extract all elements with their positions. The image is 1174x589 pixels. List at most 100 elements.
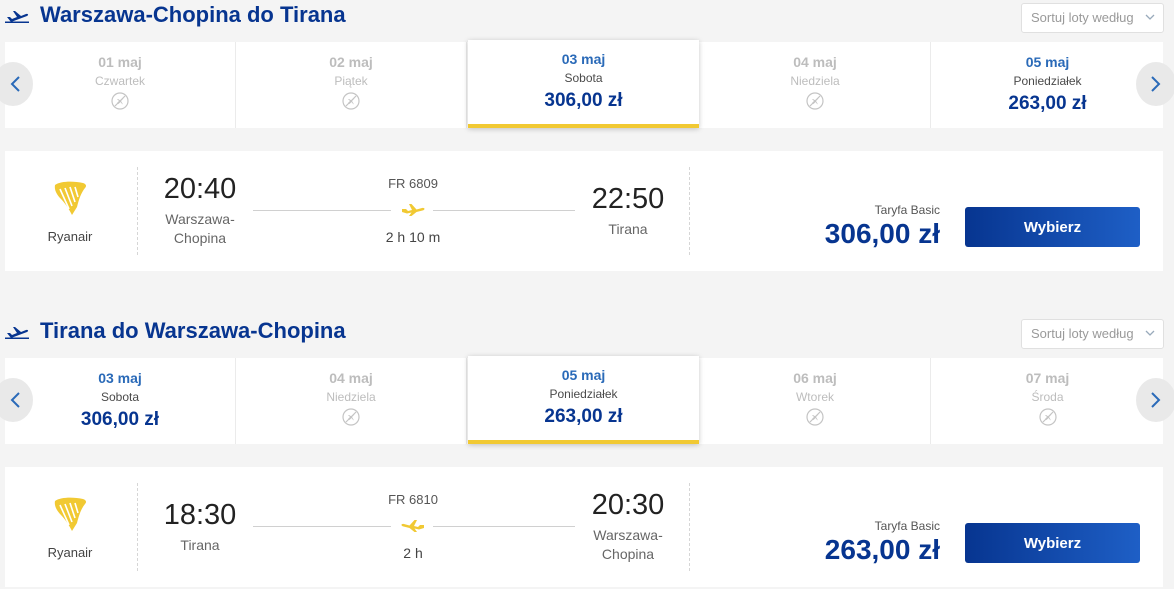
select-flight-button[interactable]: Wybierz xyxy=(965,523,1140,563)
date-label: 04 maj xyxy=(793,54,837,70)
departure-place: Tirana xyxy=(180,537,220,553)
flight-card: Ryanair 20:40 Warszawa- Chopina FR 6809 … xyxy=(5,151,1163,271)
date-cell[interactable]: 04 maj Niedziela xyxy=(700,42,931,128)
day-label: Wtorek xyxy=(795,390,834,404)
date-label: 05 maj xyxy=(561,367,606,383)
date-price: 263,00 zł xyxy=(544,406,623,427)
divider xyxy=(689,483,690,571)
no-flight-icon xyxy=(342,92,360,110)
next-dates-button[interactable] xyxy=(1136,378,1174,422)
section-title: Warszawa-Chopina do Tirana xyxy=(40,2,346,27)
chevron-left-icon xyxy=(10,392,20,408)
no-flight-icon xyxy=(806,92,824,110)
route-line xyxy=(253,526,391,527)
departure-time: 18:30 xyxy=(163,499,237,531)
arrival-place: Warszawa- Chopina xyxy=(578,526,678,564)
date-label: 07 maj xyxy=(1025,370,1070,386)
day-label: Czwartek xyxy=(94,74,145,88)
date-cell[interactable]: 03 maj Sobota 306,00 zł xyxy=(5,358,236,444)
return-header: Tirana do Warszawa-Chopina Sortuj loty w… xyxy=(0,316,1174,352)
arrival-place: Tirana xyxy=(608,221,648,237)
date-label: 06 maj xyxy=(793,370,837,386)
date-price: 306,00 zł xyxy=(544,90,623,111)
departure-place: Warszawa- Chopina xyxy=(150,210,250,248)
select-flight-button[interactable]: Wybierz xyxy=(965,207,1140,247)
day-label: Poniedziałek xyxy=(1013,74,1082,88)
divider xyxy=(137,483,138,571)
arrival-place-line2: Chopina xyxy=(601,546,655,562)
date-cell-selected[interactable]: 05 maj Poniedziałek 263,00 zł xyxy=(468,356,699,444)
chevron-down-icon xyxy=(1145,330,1155,336)
departure-place-line1: Warszawa- xyxy=(165,211,235,227)
airline-name: Ryanair xyxy=(47,229,93,244)
day-label: Niedziela xyxy=(790,74,840,88)
date-label: 05 maj xyxy=(1025,54,1070,70)
section-title: Tirana do Warszawa-Chopina xyxy=(40,318,346,343)
fare-label: Taryfa Basic xyxy=(874,203,940,217)
airline-info: Ryanair xyxy=(25,179,115,244)
date-cell[interactable]: 07 maj Środa xyxy=(932,358,1163,444)
ryanair-harp-logo xyxy=(54,497,87,531)
departure-place-line2: Chopina xyxy=(173,230,227,246)
flight-number: FR 6810 xyxy=(388,492,438,507)
flight-number: FR 6809 xyxy=(388,176,438,191)
arrival-time: 20:30 xyxy=(591,489,665,521)
date-label: 03 maj xyxy=(561,51,606,67)
sort-placeholder: Sortuj loty według xyxy=(1031,10,1134,25)
fare-price: 306,00 zł xyxy=(824,218,940,249)
date-label: 02 maj xyxy=(329,54,373,70)
ryanair-harp-logo xyxy=(54,181,87,215)
plane-takeoff-icon xyxy=(5,11,29,23)
date-price: 306,00 zł xyxy=(80,409,160,430)
sort-dropdown[interactable]: Sortuj loty według xyxy=(1021,319,1164,349)
plane-icon xyxy=(402,204,425,216)
divider xyxy=(137,167,138,255)
chevron-left-icon xyxy=(10,76,20,92)
day-label: Sobota xyxy=(100,390,140,404)
sort-placeholder: Sortuj loty według xyxy=(1031,326,1134,341)
flight-card: Ryanair 18:30 Tirana FR 6810 2 h 20:30 W… xyxy=(5,467,1163,587)
plane-takeoff-icon xyxy=(5,327,29,339)
airline-name: Ryanair xyxy=(47,545,93,560)
date-label: 01 maj xyxy=(98,54,142,70)
date-strip: 01 maj Czwartek 02 maj Piątek 03 maj Sob… xyxy=(0,40,1174,128)
plane-icon xyxy=(401,520,424,532)
no-flight-icon xyxy=(806,408,824,426)
day-label: Niedziela xyxy=(326,390,376,404)
route-line xyxy=(433,526,575,527)
date-strip: 03 maj Sobota 306,00 zł 04 maj Niedziela… xyxy=(0,356,1174,444)
fare-price: 263,00 zł xyxy=(824,534,940,565)
no-flight-icon xyxy=(1038,408,1057,426)
flight-duration: 2 h 10 m xyxy=(385,229,441,245)
outbound-header: Warszawa-Chopina do Tirana Sortuj loty w… xyxy=(0,0,1174,36)
date-label: 04 maj xyxy=(329,370,373,386)
no-flight-icon xyxy=(111,92,129,110)
day-label: Sobota xyxy=(564,71,603,85)
arrival-time: 22:50 xyxy=(591,183,665,215)
arrival-place-line1: Warszawa- xyxy=(593,527,663,543)
chevron-right-icon xyxy=(1151,76,1161,92)
flight-duration: 2 h xyxy=(403,545,423,561)
divider xyxy=(689,167,690,255)
date-cell-selected[interactable]: 03 maj Sobota 306,00 zł xyxy=(468,40,699,128)
date-cell[interactable]: 05 maj Poniedziałek 263,00 zł xyxy=(932,42,1163,128)
sort-dropdown[interactable]: Sortuj loty według xyxy=(1021,3,1164,33)
date-cell[interactable]: 04 maj Niedziela xyxy=(236,358,467,444)
date-label: 03 maj xyxy=(98,370,142,386)
chevron-down-icon xyxy=(1145,14,1155,20)
day-label: Poniedziałek xyxy=(549,387,618,401)
airline-info: Ryanair xyxy=(25,495,115,560)
departure-time: 20:40 xyxy=(163,173,237,205)
fare-label: Taryfa Basic xyxy=(874,519,940,533)
day-label: Piątek xyxy=(334,74,368,88)
date-cell[interactable]: 06 maj Wtorek xyxy=(700,358,931,444)
route-line xyxy=(433,210,575,211)
chevron-right-icon xyxy=(1151,392,1161,408)
day-label: Środa xyxy=(1031,390,1064,404)
route-line xyxy=(253,210,391,211)
date-cell[interactable]: 02 maj Piątek xyxy=(236,42,467,128)
date-cell[interactable]: 01 maj Czwartek xyxy=(5,42,236,128)
date-price: 263,00 zł xyxy=(1008,93,1087,114)
next-dates-button[interactable] xyxy=(1136,62,1174,106)
no-flight-icon xyxy=(342,408,360,426)
